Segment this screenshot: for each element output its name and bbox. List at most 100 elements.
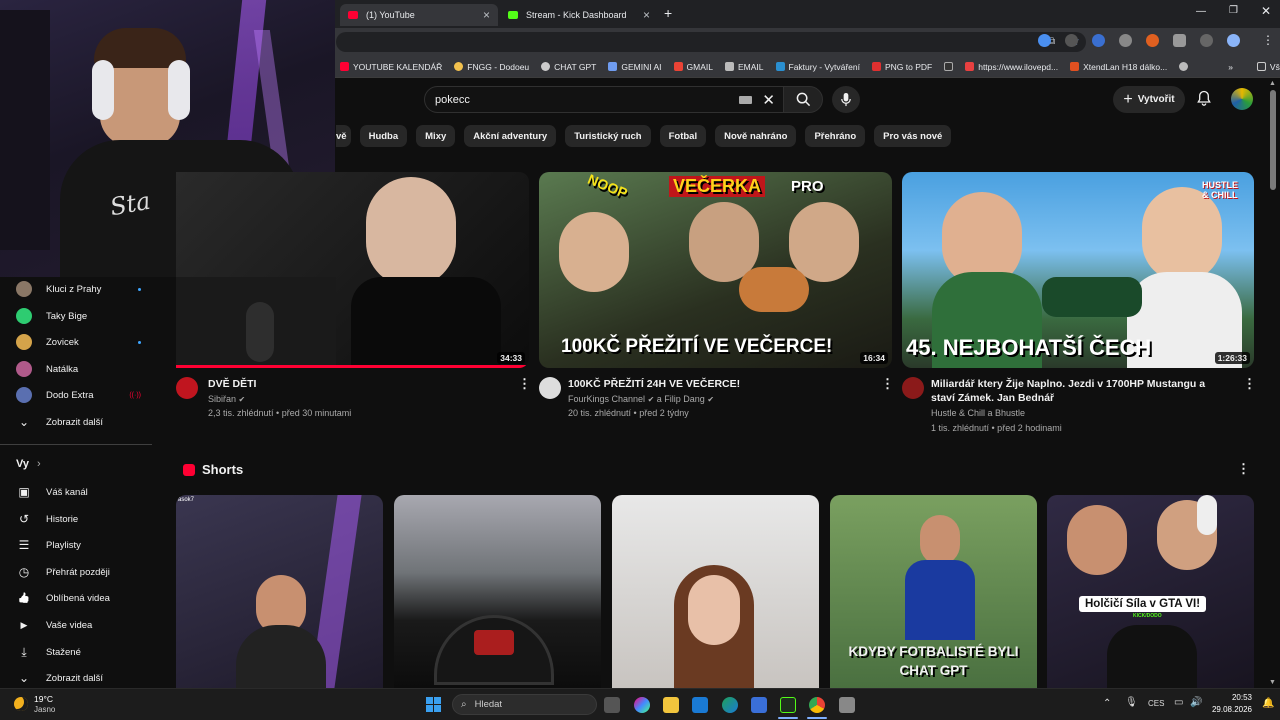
create-button[interactable]: + Vytvořit — [1113, 86, 1185, 113]
sidebar-item-oblibena-videa[interactable]: 👍 Oblíbená videa — [16, 587, 141, 609]
chip-prehrano[interactable]: Přehráno — [805, 125, 866, 147]
sidebar-item-prehrat-pozdeji[interactable]: ◷ Přehrát později — [16, 561, 141, 583]
minimize-icon[interactable]: — — [1196, 6, 1206, 17]
sidebar-item-zobrazit-dalsi[interactable]: ⌄ Zobrazit další — [16, 667, 141, 689]
chip-partial[interactable]: vě — [336, 125, 351, 147]
search-button[interactable] — [783, 86, 823, 113]
extension-icon[interactable] — [1038, 34, 1051, 47]
task-view-icon[interactable] — [604, 697, 620, 713]
clock-date[interactable]: 29.08.2026 — [1205, 705, 1252, 714]
sidebar-you-header[interactable]: Vy › — [16, 458, 41, 470]
notifications-button[interactable] — [1197, 90, 1211, 109]
chrome-icon[interactable] — [809, 697, 825, 713]
sidebar-icon[interactable] — [1200, 34, 1213, 47]
scroll-up-icon[interactable]: ▲ — [1269, 80, 1276, 87]
channel-name[interactable]: Hustle & Chill a Bhustle — [931, 406, 1025, 421]
account-avatar[interactable] — [1231, 88, 1253, 110]
video-thumbnail[interactable]: 34:33 — [176, 172, 529, 368]
extension-icon[interactable] — [1092, 34, 1105, 47]
bookmark-item[interactable]: PNG to PDF — [871, 62, 932, 72]
bookmarks-overflow-button[interactable]: » — [1228, 62, 1233, 72]
volume-icon[interactable]: 🔊 — [1190, 697, 1202, 708]
bookmark-item[interactable]: CHAT GPT — [541, 62, 596, 72]
chip-turisticky-ruch[interactable]: Turistický ruch — [565, 125, 651, 147]
maximize-icon[interactable]: ❐ — [1229, 5, 1238, 16]
bookmark-item[interactable]: EMAIL — [724, 62, 764, 72]
chip-fotbal[interactable]: Fotbal — [659, 125, 707, 147]
video-thumbnail[interactable]: NOOP VEČERKA PRO 100KČ PŘEŽITÍ VE VEČERC… — [539, 172, 892, 368]
chip-pro-vas-nove[interactable]: Pro vás nové — [874, 125, 952, 147]
sidebar-item-vase-videa[interactable]: ▶ Vaše videa — [16, 614, 141, 636]
video-title[interactable]: Miliardář ktery Žije Naplno. Jezdi v 170… — [931, 377, 1231, 405]
sidebar-sub-natalka[interactable]: Natálka — [16, 358, 141, 380]
keyboard-icon[interactable] — [739, 95, 753, 104]
chip-hudba[interactable]: Hudba — [359, 125, 408, 147]
channel-name[interactable]: Sibiřan ✔ — [208, 392, 245, 407]
close-tab-icon[interactable]: × — [643, 8, 650, 22]
video-title[interactable]: 100KČ PŘEŽITÍ 24H VE VEČERCE! — [568, 377, 868, 391]
bookmark-item[interactable]: S — [944, 62, 954, 71]
shorts-menu-icon[interactable]: ⋮ — [1237, 461, 1250, 477]
mic-tray-icon[interactable]: 🎙 — [1125, 697, 1138, 708]
extension-icon[interactable] — [1065, 34, 1078, 47]
page-scrollbar-thumb[interactable] — [1270, 90, 1276, 190]
extension-icon[interactable] — [1146, 34, 1159, 47]
weather-temp[interactable]: 19°C — [34, 694, 53, 704]
bookmark-item[interactable] — [1179, 62, 1189, 71]
windows-start-icon[interactable] — [426, 697, 441, 712]
chip-nove-nahrano[interactable]: Nově nahráno — [715, 125, 797, 147]
sidebar-sub-dodo-extra[interactable]: Dodo Extra ((·)) — [16, 384, 141, 406]
weather-desc[interactable]: Jasno — [34, 705, 55, 714]
taskbar-search[interactable]: ⌕ Hledat — [452, 694, 597, 715]
sidebar-item-vas-kanal[interactable]: ▣ Váš kanál — [16, 481, 141, 503]
bookmark-item[interactable]: GEMINI AI — [608, 62, 662, 72]
notification-bell-icon[interactable]: 🔔 — [1262, 698, 1274, 709]
puzzle-icon[interactable] — [1173, 34, 1186, 47]
outlook-icon[interactable] — [692, 697, 708, 713]
bookmark-item[interactable]: https://www.ilovepd... — [965, 62, 1058, 72]
tray-overflow-icon[interactable]: ⌃ — [1103, 698, 1111, 709]
video-title[interactable]: DVĚ DĚTI — [208, 377, 508, 391]
short-thumbnail[interactable] — [612, 495, 819, 688]
channel-avatar[interactable] — [902, 377, 924, 399]
bookmark-item[interactable]: XtendLan H18 dálko... — [1070, 62, 1167, 72]
channel-avatar[interactable] — [539, 377, 561, 399]
network-icon[interactable]: ▭ — [1174, 697, 1183, 708]
terminal-icon[interactable] — [780, 697, 796, 713]
file-explorer-icon[interactable] — [663, 697, 679, 713]
bookmark-item[interactable]: YOUTUBE KALENDÁŘ — [340, 62, 442, 72]
short-thumbnail[interactable]: KDYBY FOTBALISTÉ BYLI CHAT GPT — [830, 495, 1037, 688]
calculator-icon[interactable] — [839, 697, 855, 713]
sidebar-item-playlisty[interactable]: ☰ Playlisty — [16, 534, 141, 556]
video-menu-icon[interactable]: ⋮ — [518, 376, 531, 392]
store-icon[interactable] — [751, 697, 767, 713]
copilot-icon[interactable] — [634, 697, 650, 713]
chip-akcni-adventury[interactable]: Akční adventury — [464, 125, 557, 147]
new-tab-button[interactable]: + — [664, 5, 672, 21]
language-indicator[interactable]: CES — [1148, 699, 1164, 708]
sidebar-sub-taky-bige[interactable]: Taky Bige — [16, 305, 141, 327]
channel-avatar[interactable] — [176, 377, 198, 399]
bookmark-item[interactable]: Faktury - Vytváření — [775, 62, 860, 72]
url-field[interactable] — [336, 32, 1086, 52]
search-box[interactable]: pokecc ✕ — [424, 86, 784, 113]
channel-name[interactable]: FourKings Channel ✔ a Filip Dang ✔ — [568, 392, 714, 407]
voice-search-button[interactable] — [832, 86, 860, 113]
bookmark-item[interactable]: GMAIL — [673, 62, 713, 72]
sidebar-sub-zovicek[interactable]: Zovicek — [16, 331, 141, 353]
bookmark-item[interactable]: FNGG - Dodoeu — [454, 62, 529, 72]
short-thumbnail[interactable] — [394, 495, 601, 688]
close-window-icon[interactable]: ✕ — [1261, 4, 1271, 18]
sidebar-item-stazene[interactable]: ⤓ Stažené — [16, 641, 141, 663]
video-thumbnail[interactable]: HUSTLE & CHILL 45. NEJBOHATŠÍ ČECH 1:26:3… — [902, 172, 1254, 368]
sidebar-sub-kluci-z-prahy[interactable]: Kluci z Prahy — [16, 278, 141, 300]
video-menu-icon[interactable]: ⋮ — [1243, 376, 1256, 392]
tab-kick-dashboard[interactable]: Stream - Kick Dashboard × — [500, 4, 658, 26]
chip-mixy[interactable]: Mixy — [416, 125, 456, 147]
video-menu-icon[interactable]: ⋮ — [881, 376, 894, 392]
scroll-down-icon[interactable]: ▼ — [1269, 679, 1276, 686]
clear-search-icon[interactable]: ✕ — [762, 91, 775, 109]
all-bookmarks-button[interactable]: Všechny záložky — [1256, 62, 1280, 72]
clock-time[interactable]: 20:53 — [1212, 693, 1252, 702]
sidebar-item-historie[interactable]: ↺ Historie — [16, 508, 141, 530]
